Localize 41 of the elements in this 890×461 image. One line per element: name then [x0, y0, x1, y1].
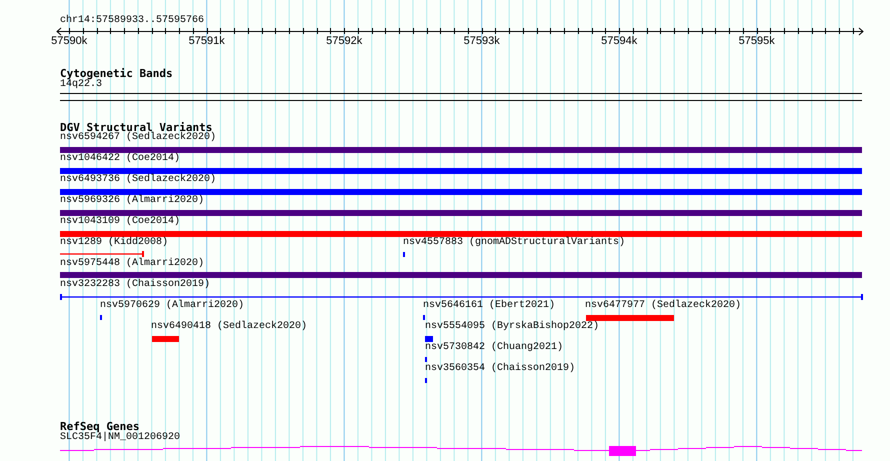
variant-label: nsv6493736 (Sedlazeck2020)	[60, 175, 216, 185]
variant-label: nsv1289 (Kidd2008)	[60, 238, 168, 248]
variant-label: nsv5554095 (ByrskaBishop2022)	[425, 322, 600, 332]
variant-bar[interactable]	[586, 315, 674, 321]
variant-label: nsv4557883 (gnomADStructuralVariants)	[403, 238, 626, 248]
variant-label: nsv3232283 (Chaisson2019)	[60, 280, 210, 290]
variant-label: nsv5969326 (Almarri2020)	[60, 196, 204, 206]
variant-line[interactable]	[60, 251, 144, 257]
tick-label: 57592k	[326, 36, 362, 47]
variant-line[interactable]	[60, 294, 863, 300]
variant-bar[interactable]	[60, 210, 862, 216]
gene-label: SLC35F4|NM_001206920	[60, 433, 180, 443]
variant-bar[interactable]	[425, 336, 433, 342]
tick-label: 57591k	[188, 36, 225, 47]
variant-bar[interactable]	[60, 168, 862, 174]
variant-label: nsv5970629 (Almarri2020)	[100, 301, 244, 311]
variant-label: nsv6490418 (Sedlazeck2020)	[151, 322, 308, 332]
variant-label: nsv6594267 (Sedlazeck2020)	[60, 133, 216, 143]
variant-label: nsv5646161 (Ebert2021)	[423, 301, 556, 311]
variant-label: nsv6477977 (Sedlazeck2020)	[585, 301, 742, 311]
tick-label: 57594k	[601, 36, 638, 47]
band-label: 14q22.3	[60, 80, 102, 90]
tick-label: 57590k	[51, 36, 88, 47]
variant-bar[interactable]	[60, 272, 862, 278]
chromosome-band[interactable]	[60, 93, 862, 101]
variant-bar[interactable]	[60, 189, 862, 195]
variant-bar[interactable]	[60, 147, 862, 153]
variant-label: nsv5730842 (Chuang2021)	[425, 343, 564, 353]
variant-label: nsv3560354 (Chaisson2019)	[425, 364, 576, 374]
variant-label: nsv5975448 (Almarri2020)	[60, 259, 204, 269]
variant-label: nsv1043109 (Coe2014)	[60, 217, 180, 227]
variant-bar[interactable]	[152, 336, 179, 342]
tick-label: 57595k	[738, 36, 775, 47]
variant-label: nsv1046422 (Coe2014)	[60, 154, 180, 164]
track-title: DGV Structural Variants	[60, 122, 212, 133]
location-label: chr14:57589933..57595766	[60, 16, 204, 26]
track-title: RefSeq Genes	[60, 421, 140, 432]
track-title: Cytogenetic Bands	[60, 68, 173, 79]
tick-label: 57593k	[464, 36, 500, 47]
variant-bar[interactable]	[60, 231, 862, 237]
gene-model-drawing[interactable]	[60, 445, 862, 457]
